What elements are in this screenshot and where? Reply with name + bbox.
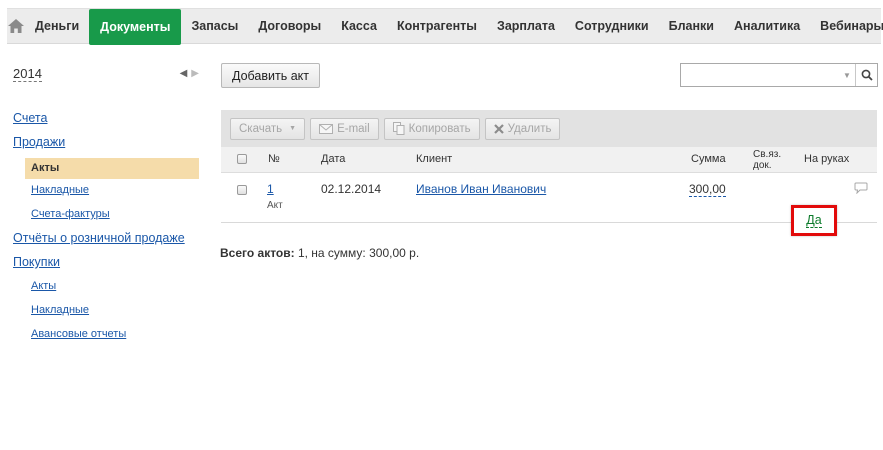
totals-label: Всего актов: [220,246,295,260]
copy-icon [392,122,405,135]
copy-button[interactable]: Копировать [383,117,480,140]
sidebar-item-purchases-acts[interactable]: Акты [13,278,203,302]
search-button[interactable] [855,64,877,86]
sidebar-item-invoices[interactable]: Счета [13,110,203,134]
sidebar-item-sales[interactable]: Продажи [13,134,203,158]
copy-label: Копировать [408,122,471,135]
header-client: Клиент [416,153,453,165]
close-icon [493,123,504,134]
year-arrows: ◀▶ [180,68,203,79]
sidebar: Счета Продажи Акты Накладные Счета-факту… [13,110,203,350]
comment-icon[interactable] [854,182,868,197]
prev-year-icon[interactable]: ◀ [180,68,192,79]
sidebar-item-purchases[interactable]: Покупки [13,254,203,278]
sidebar-item-purchases-waybills[interactable]: Накладные [13,302,203,326]
sidebar-item-sales-waybills[interactable]: Накладные [13,182,203,206]
nav-webinars[interactable]: Вебинары [810,9,883,43]
envelope-icon [319,123,334,134]
nav-documents[interactable]: Документы [89,9,182,45]
year-dropdown[interactable]: 2014 [13,66,42,82]
download-button[interactable]: Скачать ▼ [230,117,306,140]
home-icon [8,19,24,33]
table-header: № Дата Клиент Сумма Св.яз. док. На руках [221,147,877,173]
handed-status-highlight: Да [791,205,837,236]
header-linked: Св.яз. док. [753,149,781,171]
add-act-button[interactable]: Добавить акт [221,63,321,88]
handed-status-toggle[interactable]: Да [806,213,822,228]
sidebar-item-sales-invoice-facts[interactable]: Счета-фактуры [13,206,203,230]
header-date: Дата [321,153,346,165]
nav-stock[interactable]: Запасы [181,9,248,43]
delete-label: Удалить [507,122,552,135]
nav-money[interactable]: Деньги [25,9,89,43]
sidebar-item-advance-reports[interactable]: Авансовые отчеты [13,326,203,350]
header-handed: На руках [804,153,850,165]
search-icon [861,69,873,81]
header-num: № [268,153,280,165]
totals-summary: Всего актов: 1, на сумму: 300,00 р. [220,246,419,260]
nav-employees[interactable]: Сотрудники [565,9,659,43]
nav-cash[interactable]: Касса [331,9,387,43]
header-sum: Сумма [691,153,726,165]
nav-salary[interactable]: Зарплата [487,9,565,43]
acts-table: № Дата Клиент Сумма Св.яз. док. На руках… [221,147,877,236]
nav-analytics[interactable]: Аналитика [724,9,810,43]
caret-down-icon: ▼ [289,125,297,132]
chevron-down-icon[interactable]: ▼ [839,64,855,86]
nav-counterparties[interactable]: Контрагенты [387,9,487,43]
email-button[interactable]: E-mail [310,117,379,140]
row-number-link[interactable]: 1 [267,182,274,196]
next-year-icon[interactable]: ▶ [191,68,203,79]
email-label: E-mail [337,122,370,135]
row-sum[interactable]: 300,00 [689,182,726,197]
header-linked-line2: док. [753,160,772,171]
nav-forms[interactable]: Бланки [659,9,724,43]
row-doc-type: Акт [267,200,283,211]
delete-button[interactable]: Удалить [484,117,561,140]
row-checkbox[interactable] [237,185,247,195]
select-all-checkbox[interactable] [237,154,247,164]
main-nav: Деньги Документы Запасы Договоры Касса К… [7,8,883,45]
year-selector: 2014 ◀▶ [13,66,203,86]
sidebar-item-retail-reports[interactable]: Отчёты о розничной продаже [13,230,203,254]
documents-toolbar: Скачать ▼ E-mail Копировать Удалить [221,110,877,147]
home-button[interactable] [7,9,25,43]
totals-text: 1, на сумму: 300,00 р. [294,246,420,260]
search-input[interactable] [681,64,839,86]
row-date: 02.12.2014 [321,182,382,196]
row-client-link[interactable]: Иванов Иван Иванович [416,182,546,196]
sidebar-item-sales-acts[interactable]: Акты [25,158,199,179]
download-label: Скачать [239,122,283,135]
table-row[interactable]: 1 Акт 02.12.2014 Иванов Иван Иванович 30… [221,173,877,236]
search-box: ▼ [680,63,878,87]
header-linked-line1: Св.яз. [753,149,782,160]
nav-contracts[interactable]: Договоры [248,9,331,43]
